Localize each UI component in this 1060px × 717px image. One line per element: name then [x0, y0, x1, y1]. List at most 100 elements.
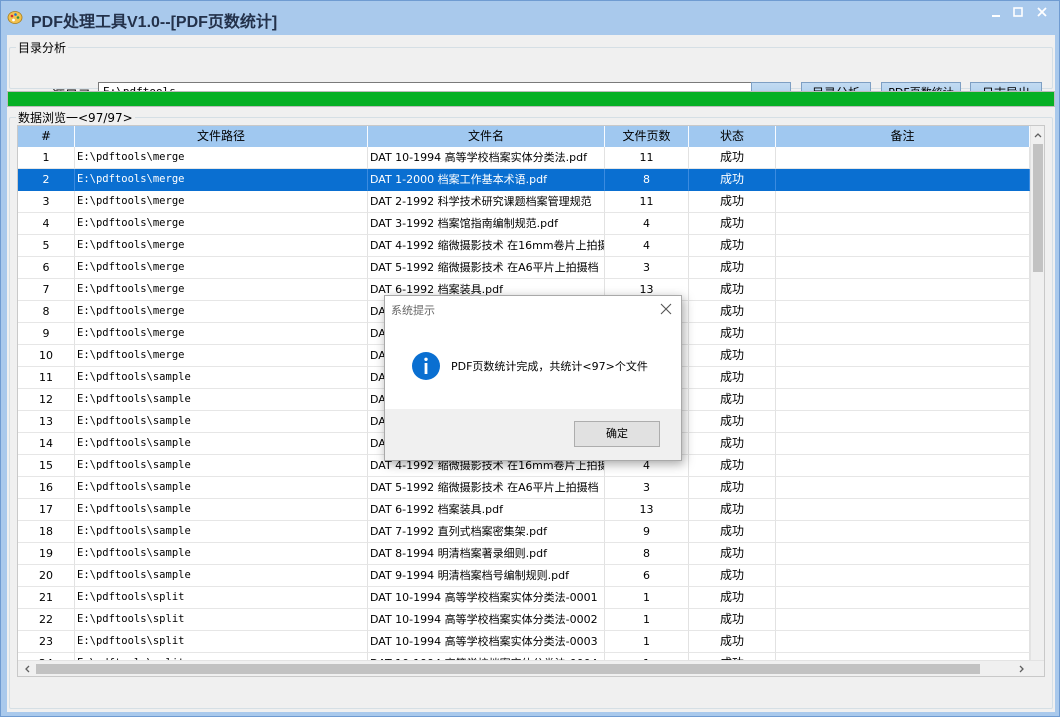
row-number: 4 — [18, 213, 75, 235]
table-row[interactable]: 16 E:\pdftools\sample DAT 5-1992 缩微摄影技术 在A… — [18, 477, 1030, 499]
note-cell — [776, 411, 1030, 433]
status-cell: 成功 — [689, 323, 776, 345]
table-row[interactable]: 6 E:\pdftools\merge DAT 5-1992 缩微摄影技术 在A6平… — [18, 257, 1030, 279]
data-browse-legend: 数据浏览一<97/97> — [18, 111, 133, 125]
row-number: 9 — [18, 323, 75, 345]
status-cell: 成功 — [689, 477, 776, 499]
table-row[interactable]: 22 E:\pdftools\split DAT 10-1994 高等学校档案实体分… — [18, 609, 1030, 631]
note-cell — [776, 279, 1030, 301]
row-number: 2 — [18, 169, 75, 191]
note-cell — [776, 565, 1030, 587]
file-name-cell: DAT 3-1992 档案馆指南编制规范.pdf — [368, 213, 605, 235]
file-name-cell: DAT 10-1994 高等学校档案实体分类法-0002 — [368, 609, 605, 631]
column-header-path[interactable]: 文件路径 — [75, 126, 368, 147]
dialog-close-icon[interactable] — [659, 302, 673, 316]
note-cell — [776, 521, 1030, 543]
file-name-cell: DAT 4-1992 缩微摄影技术 在16mm卷片上拍摄 — [368, 235, 605, 257]
note-cell — [776, 455, 1030, 477]
scroll-right-icon[interactable] — [1016, 663, 1028, 675]
maximize-icon[interactable] — [1007, 5, 1029, 21]
table-row[interactable]: 20 E:\pdftools\sample DAT 9-1994 明清档案档号编制规… — [18, 565, 1030, 587]
file-path-cell: E:\pdftools\sample — [75, 389, 368, 411]
table-row[interactable]: 3 E:\pdftools\merge DAT 2-1992 科学技术研究课题档案管… — [18, 191, 1030, 213]
table-row[interactable]: 2 E:\pdftools\merge DAT 1-2000 档案工作基本术语.pd… — [18, 169, 1030, 191]
file-path-cell: E:\pdftools\merge — [75, 257, 368, 279]
row-number: 14 — [18, 433, 75, 455]
row-number: 8 — [18, 301, 75, 323]
horizontal-scrollbar[interactable] — [18, 660, 1044, 676]
column-header-status[interactable]: 状态 — [689, 126, 776, 147]
note-cell — [776, 389, 1030, 411]
grid-header: # 文件路径 文件名 文件页数 状态 备注 — [18, 126, 1030, 147]
file-name-cell: DAT 8-1994 明清档案著录细则.pdf — [368, 543, 605, 565]
progress-bar — [7, 91, 1055, 107]
scroll-up-icon[interactable] — [1032, 129, 1044, 141]
file-path-cell: E:\pdftools\sample — [75, 367, 368, 389]
horizontal-scroll-thumb[interactable] — [36, 664, 980, 674]
row-number: 13 — [18, 411, 75, 433]
note-cell — [776, 147, 1030, 169]
file-path-cell: E:\pdftools\sample — [75, 433, 368, 455]
table-row[interactable]: 18 E:\pdftools\sample DAT 7-1992 直列式档案密集架.… — [18, 521, 1030, 543]
status-cell: 成功 — [689, 609, 776, 631]
file-path-cell: E:\pdftools\sample — [75, 411, 368, 433]
file-path-cell: E:\pdftools\merge — [75, 301, 368, 323]
table-row[interactable]: 17 E:\pdftools\sample DAT 6-1992 档案装具.pdf 1… — [18, 499, 1030, 521]
status-cell: 成功 — [689, 301, 776, 323]
column-header-pages[interactable]: 文件页数 — [605, 126, 689, 147]
note-cell — [776, 543, 1030, 565]
note-cell — [776, 477, 1030, 499]
page-count-cell: 3 — [605, 257, 689, 279]
dialog-title: 系统提示 — [391, 304, 435, 317]
close-icon[interactable] — [1031, 5, 1053, 21]
row-number: 16 — [18, 477, 75, 499]
file-path-cell: E:\pdftools\merge — [75, 279, 368, 301]
page-count-cell: 13 — [605, 499, 689, 521]
table-row[interactable]: 23 E:\pdftools\split DAT 10-1994 高等学校档案实体分… — [18, 631, 1030, 653]
file-name-cell: DAT 6-1992 档案装具.pdf — [368, 499, 605, 521]
vertical-scroll-thumb[interactable] — [1033, 144, 1043, 272]
dir-analysis-group: 目录分析 源目录 E:\pdftools ... 目录分析 PDF页数统计 日志… — [9, 39, 1053, 104]
column-header-filename[interactable]: 文件名 — [368, 126, 605, 147]
note-cell — [776, 235, 1030, 257]
page-count-cell: 8 — [605, 543, 689, 565]
file-name-cell: DAT 7-1992 直列式档案密集架.pdf — [368, 521, 605, 543]
table-row[interactable]: 5 E:\pdftools\merge DAT 4-1992 缩微摄影技术 在16m… — [18, 235, 1030, 257]
page-count-cell: 11 — [605, 191, 689, 213]
status-cell: 成功 — [689, 411, 776, 433]
file-path-cell: E:\pdftools\split — [75, 587, 368, 609]
table-row[interactable]: 1 E:\pdftools\merge DAT 10-1994 高等学校档案实体分类… — [18, 147, 1030, 169]
file-path-cell: E:\pdftools\merge — [75, 191, 368, 213]
row-number: 5 — [18, 235, 75, 257]
vertical-scrollbar[interactable] — [1030, 126, 1044, 660]
row-number: 6 — [18, 257, 75, 279]
row-number: 11 — [18, 367, 75, 389]
file-name-cell: DAT 10-1994 高等学校档案实体分类法-0003 — [368, 631, 605, 653]
page-count-cell: 4 — [605, 213, 689, 235]
table-row[interactable]: 19 E:\pdftools\sample DAT 8-1994 明清档案著录细则.… — [18, 543, 1030, 565]
status-cell: 成功 — [689, 499, 776, 521]
row-number: 18 — [18, 521, 75, 543]
note-cell — [776, 367, 1030, 389]
page-count-cell: 4 — [605, 235, 689, 257]
scroll-left-icon[interactable] — [21, 663, 33, 675]
column-header-num[interactable]: # — [18, 126, 75, 147]
file-path-cell: E:\pdftools\sample — [75, 477, 368, 499]
status-cell: 成功 — [689, 345, 776, 367]
table-row[interactable]: 4 E:\pdftools\merge DAT 3-1992 档案馆指南编制规范.p… — [18, 213, 1030, 235]
file-name-cell: DAT 5-1992 缩微摄影技术 在A6平片上拍摄档 — [368, 477, 605, 499]
minimize-icon[interactable] — [985, 5, 1007, 21]
table-row[interactable]: 21 E:\pdftools\split DAT 10-1994 高等学校档案实体分… — [18, 587, 1030, 609]
status-cell: 成功 — [689, 565, 776, 587]
column-header-note[interactable]: 备注 — [776, 126, 1030, 147]
file-path-cell: E:\pdftools\merge — [75, 169, 368, 191]
page-count-cell: 1 — [605, 609, 689, 631]
note-cell — [776, 609, 1030, 631]
ok-button[interactable]: 确定 — [574, 421, 660, 447]
row-number: 19 — [18, 543, 75, 565]
file-name-cell: DAT 2-1992 科学技术研究课题档案管理规范 — [368, 191, 605, 213]
note-cell — [776, 191, 1030, 213]
status-cell: 成功 — [689, 389, 776, 411]
dialog-footer: 确定 — [385, 409, 681, 460]
status-cell: 成功 — [689, 631, 776, 653]
